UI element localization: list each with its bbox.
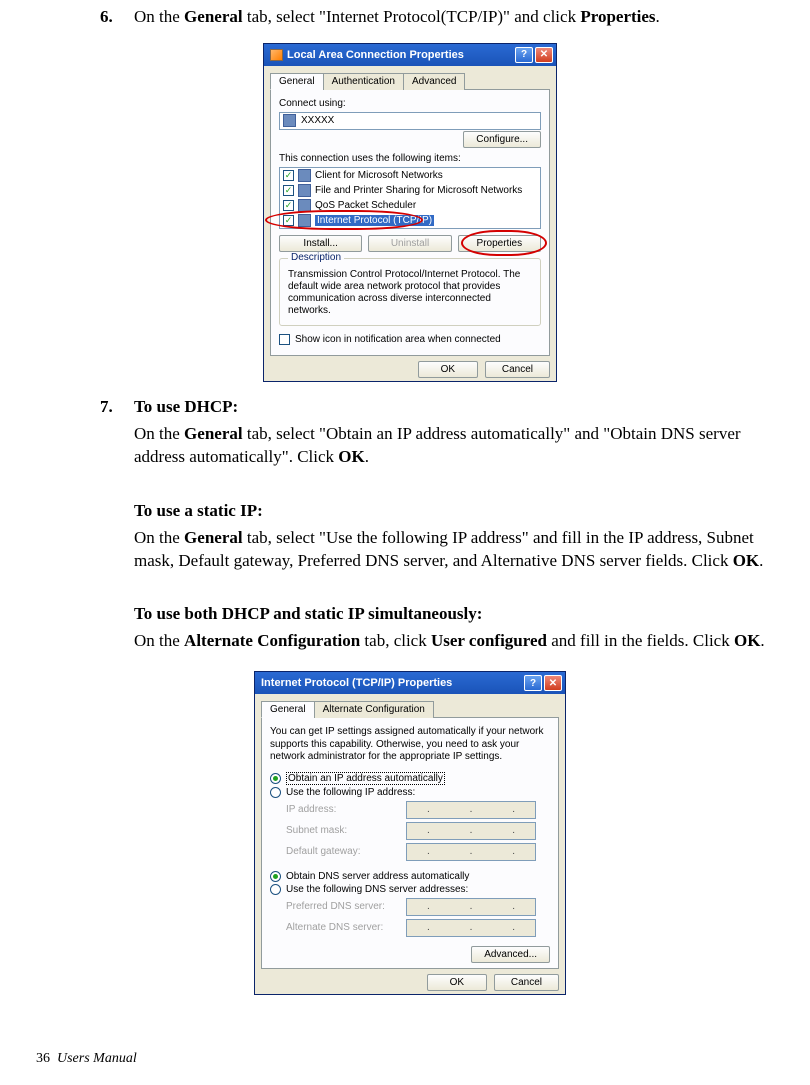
radio-obtain-ip[interactable] <box>270 773 281 784</box>
checkbox-show-icon[interactable] <box>279 334 290 345</box>
use-dhcp-heading: To use DHCP: <box>134 397 238 416</box>
tab-alternate-configuration[interactable]: Alternate Configuration <box>314 701 434 718</box>
radio-use-ip[interactable] <box>270 787 281 798</box>
radio-obtain-dns[interactable] <box>270 871 281 882</box>
configure-button[interactable]: Configure... <box>463 131 541 148</box>
preferred-dns-label: Preferred DNS server: <box>286 901 406 912</box>
page-footer: 36 Users Manual <box>36 1051 137 1067</box>
help-button[interactable]: ? <box>524 675 542 691</box>
dialog-titlebar: Local Area Connection Properties ? ✕ <box>264 44 556 66</box>
checkbox-tcpip[interactable] <box>283 215 294 226</box>
subnetmask-label: Subnet mask: <box>286 825 406 836</box>
item-client: Client for Microsoft Networks <box>315 170 443 181</box>
obtain-ip-label: Obtain an IP address automatically <box>286 772 445 785</box>
step-7-number: 7. <box>100 396 134 657</box>
preferred-dns-field: ... <box>406 898 536 916</box>
page-number: 36 <box>36 1051 50 1066</box>
client-icon <box>298 169 311 182</box>
use-both-text: On the Alternate Configuration tab, clic… <box>134 630 780 653</box>
advanced-button[interactable]: Advanced... <box>471 946 550 963</box>
item-tcpip[interactable]: Internet Protocol (TCP/IP) <box>315 215 434 226</box>
tab-general[interactable]: General <box>261 701 315 718</box>
use-static-ip-text: On the General tab, select "Use the foll… <box>134 527 780 573</box>
fileshare-icon <box>298 184 311 197</box>
tab-authentication[interactable]: Authentication <box>323 73 404 90</box>
help-button[interactable]: ? <box>515 47 533 63</box>
close-button[interactable]: ✕ <box>535 47 553 63</box>
dialog-titlebar: Internet Protocol (TCP/IP) Properties ? … <box>255 672 565 694</box>
dialog-title: Internet Protocol (TCP/IP) Properties <box>261 677 452 689</box>
tab-advanced[interactable]: Advanced <box>403 73 465 90</box>
ipaddress-label: IP address: <box>286 804 406 815</box>
adapter-icon <box>283 114 296 127</box>
tcpip-icon <box>298 214 311 227</box>
cancel-button[interactable]: Cancel <box>494 974 559 991</box>
show-icon-label: Show icon in notification area when conn… <box>295 334 501 345</box>
alternate-dns-field: ... <box>406 919 536 937</box>
description-text: Transmission Control Protocol/Internet P… <box>288 269 532 317</box>
use-dhcp-text: On the General tab, select "Obtain an IP… <box>134 423 780 469</box>
connection-icon <box>270 49 283 61</box>
properties-button[interactable]: Properties <box>458 235 541 252</box>
tcpip-blurb: You can get IP settings assigned automat… <box>270 726 550 764</box>
install-button[interactable]: Install... <box>279 235 362 252</box>
ipaddress-field: ... <box>406 801 536 819</box>
checkbox-client[interactable] <box>283 170 294 181</box>
use-ip-label: Use the following IP address: <box>286 787 415 798</box>
gateway-label: Default gateway: <box>286 846 406 857</box>
dialog-title: Local Area Connection Properties <box>287 49 464 61</box>
alternate-dns-label: Alternate DNS server: <box>286 922 406 933</box>
uninstall-button: Uninstall <box>368 235 451 252</box>
footer-title: Users Manual <box>57 1051 137 1066</box>
item-qos: QoS Packet Scheduler <box>315 200 416 211</box>
connection-uses-label: This connection uses the following items… <box>279 153 541 164</box>
gateway-field: ... <box>406 843 536 861</box>
step-6-text: On the General tab, select "Internet Pro… <box>134 6 780 29</box>
adapter-name: XXXXX <box>301 115 334 126</box>
checkbox-fileshare[interactable] <box>283 185 294 196</box>
local-area-connection-dialog: Local Area Connection Properties ? ✕ Gen… <box>263 43 557 382</box>
use-dns-label: Use the following DNS server addresses: <box>286 884 468 895</box>
tab-general[interactable]: General <box>270 73 324 90</box>
qos-icon <box>298 199 311 212</box>
connect-using-label: Connect using: <box>279 98 541 109</box>
step-6-number: 6. <box>100 6 134 29</box>
ok-button[interactable]: OK <box>418 361 478 378</box>
tcpip-properties-dialog: Internet Protocol (TCP/IP) Properties ? … <box>254 671 566 995</box>
cancel-button[interactable]: Cancel <box>485 361 550 378</box>
close-button[interactable]: ✕ <box>544 675 562 691</box>
ok-button[interactable]: OK <box>427 974 487 991</box>
obtain-dns-label: Obtain DNS server address automatically <box>286 871 469 882</box>
checkbox-qos[interactable] <box>283 200 294 211</box>
subnetmask-field: ... <box>406 822 536 840</box>
description-legend: Description <box>288 252 344 263</box>
radio-use-dns[interactable] <box>270 884 281 895</box>
item-fileshare: File and Printer Sharing for Microsoft N… <box>315 185 522 196</box>
use-both-heading: To use both DHCP and static IP simultane… <box>134 604 482 623</box>
use-static-ip-heading: To use a static IP: <box>134 501 263 520</box>
